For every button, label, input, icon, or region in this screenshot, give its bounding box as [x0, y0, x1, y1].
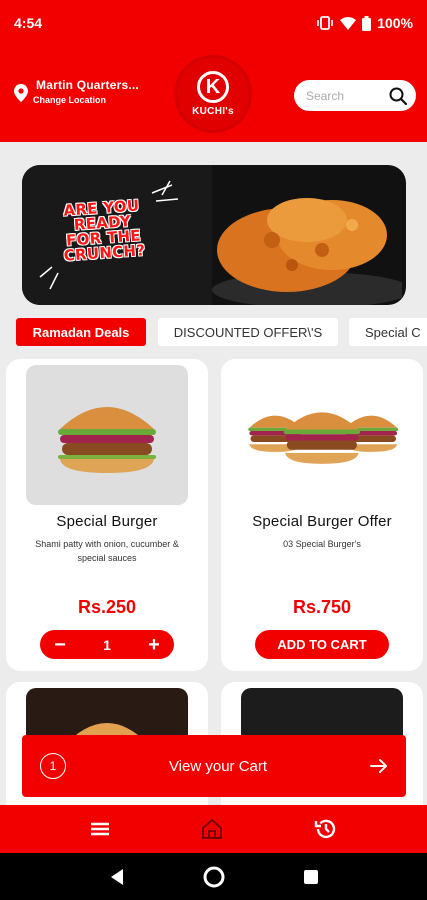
tab-ramadan-deals[interactable]: Ramadan Deals — [16, 318, 146, 346]
product-image — [26, 365, 188, 505]
home-icon[interactable] — [200, 818, 224, 840]
burger-image — [58, 407, 156, 473]
history-icon[interactable] — [314, 817, 338, 841]
system-navigation — [0, 853, 427, 900]
product-title: Special Burger Offer — [252, 513, 392, 530]
burger-trio-image — [248, 412, 399, 464]
product-price: Rs.750 — [292, 597, 352, 617]
status-icons: 100% — [316, 15, 413, 31]
tab-special[interactable]: Special C — [349, 318, 427, 346]
decrement-button[interactable]: − — [50, 635, 70, 655]
logo-text: KUCHI's — [192, 106, 234, 117]
category-tabs: Ramadan Deals DISCOUNTED OFFER\'S Specia… — [0, 316, 427, 350]
recents-icon[interactable] — [303, 869, 319, 885]
product-description: 03 Special Burger's — [283, 539, 361, 549]
product-price: Rs.250 — [77, 597, 137, 617]
status-bar: 4:54 100% — [0, 0, 427, 46]
add-to-cart-button[interactable]: ADD TO CART — [255, 630, 389, 659]
location-title: Martin Quarters... — [36, 78, 139, 92]
bottom-navigation — [0, 805, 427, 853]
battery-icon — [362, 15, 372, 31]
app-header: Martin Quarters... Change Location K KUC… — [0, 46, 427, 142]
location-pin-icon — [14, 84, 28, 102]
vibrate-icon — [317, 16, 333, 30]
status-time: 4:54 — [14, 15, 43, 31]
location-selector[interactable]: Martin Quarters... Change Location — [14, 78, 139, 105]
promo-banner[interactable]: ARE YOU READY FOR THE CRUNCH? — [22, 165, 406, 305]
search-icon[interactable] — [389, 87, 407, 105]
back-icon[interactable] — [109, 868, 125, 886]
cart-count-badge: 1 — [40, 753, 66, 779]
logo-letter: K — [197, 71, 229, 103]
product-card[interactable]: Special Burger Shami patty with onion, c… — [6, 359, 208, 671]
quantity-value: 1 — [103, 636, 111, 653]
product-card[interactable]: Special Burger Offer 03 Special Burger's… — [221, 359, 423, 671]
fried-chicken-image — [212, 198, 402, 305]
search-input[interactable] — [306, 88, 376, 103]
banner-headline: ARE YOU READY FOR THE CRUNCH? — [62, 196, 146, 265]
product-description: Shami patty with onion, cucumber & speci… — [35, 539, 179, 563]
search-box[interactable] — [294, 80, 416, 111]
brand-logo: K KUCHI's — [177, 58, 249, 130]
increment-button[interactable]: + — [144, 635, 164, 655]
tab-discounted-offers[interactable]: DISCOUNTED OFFER\'S — [158, 318, 338, 346]
view-cart-bar[interactable]: 1 View your Cart — [22, 735, 406, 797]
menu-icon[interactable] — [89, 820, 111, 838]
battery-percent: 100% — [377, 15, 413, 31]
view-cart-label: View your Cart — [168, 757, 268, 775]
product-title: Special Burger — [56, 513, 158, 530]
quantity-stepper: − 1 + — [40, 630, 174, 659]
product-image — [241, 365, 403, 505]
arrow-right-icon — [370, 759, 387, 773]
change-location-link[interactable]: Change Location — [33, 95, 139, 105]
wifi-icon — [340, 16, 357, 30]
home-circle-icon[interactable] — [202, 865, 226, 889]
